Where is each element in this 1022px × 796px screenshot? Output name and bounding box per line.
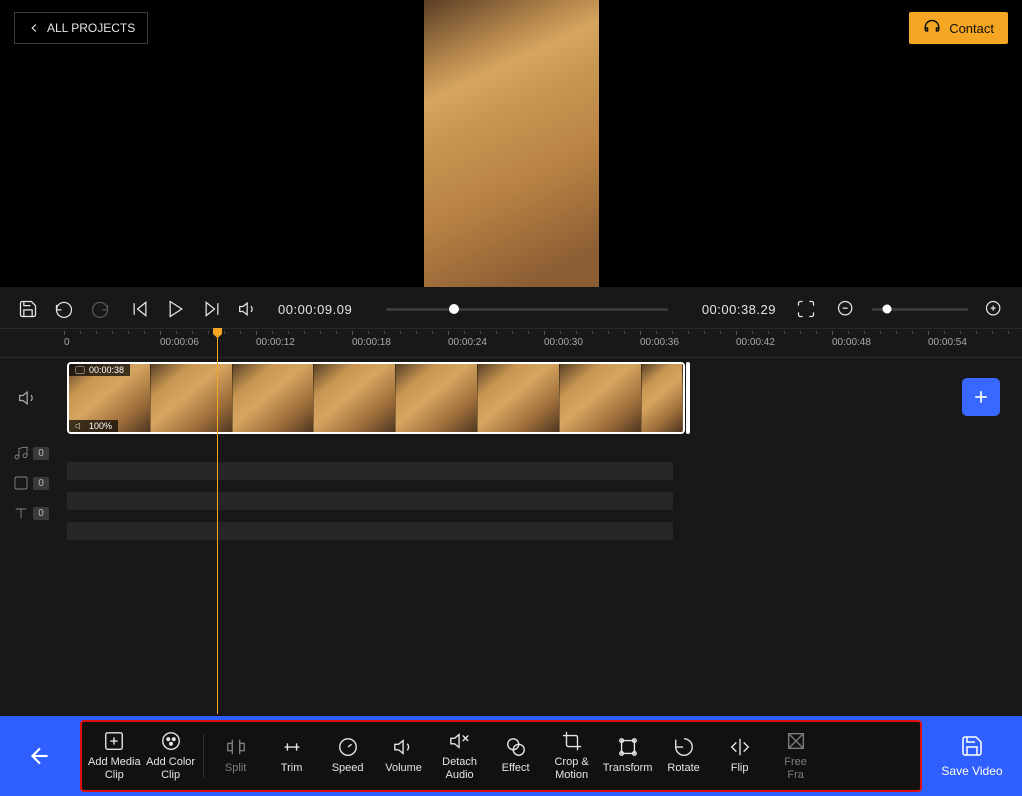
timeline-ruler[interactable]: 0 00:00:06 00:00:12 00:00:18 00:00:24 00:00:3…	[0, 328, 1022, 358]
video-clip[interactable]: 00:00:38 100%	[67, 362, 685, 434]
ruler-tick: 00:00:24	[448, 337, 487, 348]
sticker-icon	[13, 475, 29, 491]
text-count: 0	[33, 507, 49, 520]
back-button[interactable]	[0, 716, 80, 796]
tool-speed[interactable]: Speed	[320, 732, 376, 779]
play-icon[interactable]	[166, 299, 186, 319]
fullscreen-icon[interactable]	[796, 299, 816, 319]
add-clip-button[interactable]	[962, 378, 1000, 416]
tool-volume[interactable]: Volume	[376, 732, 432, 779]
save-video-button[interactable]: Save Video	[922, 716, 1022, 796]
ruler-tick: 00:00:06	[160, 337, 199, 348]
text-track-row[interactable]: 0	[7, 498, 49, 528]
tool-label: Volume	[385, 762, 422, 775]
clip-volume-badge: 100%	[69, 420, 118, 432]
zoom-out-icon[interactable]	[836, 299, 856, 319]
tool-split[interactable]: Split	[208, 732, 264, 779]
ruler-tick: 00:00:48	[832, 337, 871, 348]
all-projects-label: ALL PROJECTS	[47, 21, 135, 35]
toolbar: Add MediaClipAdd ColorClip Split Trim Speed…	[80, 720, 922, 792]
tool-label: Flip	[731, 762, 749, 775]
ruler-tick: 00:00:36	[640, 337, 679, 348]
text-icon	[13, 505, 29, 521]
sticker-count: 0	[33, 477, 49, 490]
tool-crop-motion[interactable]: Crop &Motion	[544, 726, 600, 786]
volume-icon	[393, 736, 415, 758]
ruler-tick: 00:00:30	[544, 337, 583, 348]
speaker-icon[interactable]	[238, 299, 258, 319]
playhead[interactable]	[217, 328, 218, 714]
tool-label: DetachAudio	[442, 756, 477, 782]
crop-motion-icon	[561, 730, 583, 752]
tool-label: FreeFra	[784, 756, 807, 782]
tool-label: Crop &Motion	[554, 756, 588, 782]
tool-label: Speed	[332, 762, 364, 775]
plus-icon	[971, 387, 991, 407]
current-time: 00:00:09.09	[278, 302, 352, 317]
playback-scrubber[interactable]	[386, 308, 668, 311]
clip-duration-badge: 00:00:38	[69, 364, 130, 376]
tool-add-color-clip[interactable]: Add ColorClip	[143, 726, 199, 786]
save-video-icon	[960, 734, 984, 758]
audio-track-icon	[18, 388, 38, 408]
free-fra-icon	[785, 730, 807, 752]
ruler-tick: 00:00:42	[736, 337, 775, 348]
contact-button[interactable]: Contact	[909, 12, 1008, 44]
tool-free-fra[interactable]: FreeFra	[768, 726, 824, 786]
tool-effect[interactable]: Effect	[488, 732, 544, 779]
split-icon	[225, 736, 247, 758]
undo-icon[interactable]	[54, 299, 74, 319]
transform-icon	[617, 736, 639, 758]
sticker-track[interactable]	[67, 492, 673, 510]
next-icon[interactable]	[202, 299, 222, 319]
trim-icon	[281, 736, 303, 758]
ruler-tick: 00:00:54	[928, 337, 967, 348]
all-projects-button[interactable]: ALL PROJECTS	[14, 12, 148, 44]
headset-icon	[923, 19, 941, 37]
save-video-label: Save Video	[941, 764, 1002, 778]
rotate-icon	[673, 736, 695, 758]
effect-icon	[505, 736, 527, 758]
tool-rotate[interactable]: Rotate	[656, 732, 712, 779]
sticker-track-row[interactable]: 0	[7, 468, 49, 498]
speed-icon	[337, 736, 359, 758]
tool-label: Trim	[281, 762, 303, 775]
text-track[interactable]	[67, 522, 673, 540]
chevron-left-icon	[27, 21, 41, 35]
clip-end-handle[interactable]	[686, 362, 690, 434]
zoom-slider[interactable]	[872, 308, 968, 311]
prev-icon[interactable]	[130, 299, 150, 319]
tool-flip[interactable]: Flip	[712, 732, 768, 779]
redo-icon[interactable]	[90, 299, 110, 319]
tool-label: Rotate	[667, 762, 699, 775]
tool-label: Transform	[603, 762, 653, 775]
tool-label: Effect	[502, 762, 530, 775]
tool-label: Split	[225, 762, 246, 775]
flip-icon	[729, 736, 751, 758]
music-track[interactable]	[67, 462, 673, 480]
contact-label: Contact	[949, 21, 994, 36]
zoom-in-icon[interactable]	[984, 299, 1004, 319]
add-color-clip-icon	[160, 730, 182, 752]
ruler-tick: 00:00:18	[352, 337, 391, 348]
tool-detach-audio[interactable]: DetachAudio	[432, 726, 488, 786]
total-time: 00:00:38.29	[702, 302, 776, 317]
timeline: 0 0 0 00:00:38 100%	[0, 358, 1022, 716]
detach-audio-icon	[449, 730, 471, 752]
tool-label: Add ColorClip	[146, 756, 195, 782]
tool-label: Add MediaClip	[88, 756, 141, 782]
music-count: 0	[33, 447, 49, 460]
music-icon	[13, 445, 29, 461]
tool-trim[interactable]: Trim	[264, 732, 320, 779]
toolbar-separator	[203, 734, 204, 778]
add-media-clip-icon	[103, 730, 125, 752]
music-track-row[interactable]: 0	[7, 438, 49, 468]
save-icon[interactable]	[18, 299, 38, 319]
tool-add-media-clip[interactable]: Add MediaClip	[86, 726, 143, 786]
tool-transform[interactable]: Transform	[600, 732, 656, 779]
ruler-tick: 00:00:12	[256, 337, 295, 348]
ruler-tick: 0	[64, 337, 70, 348]
